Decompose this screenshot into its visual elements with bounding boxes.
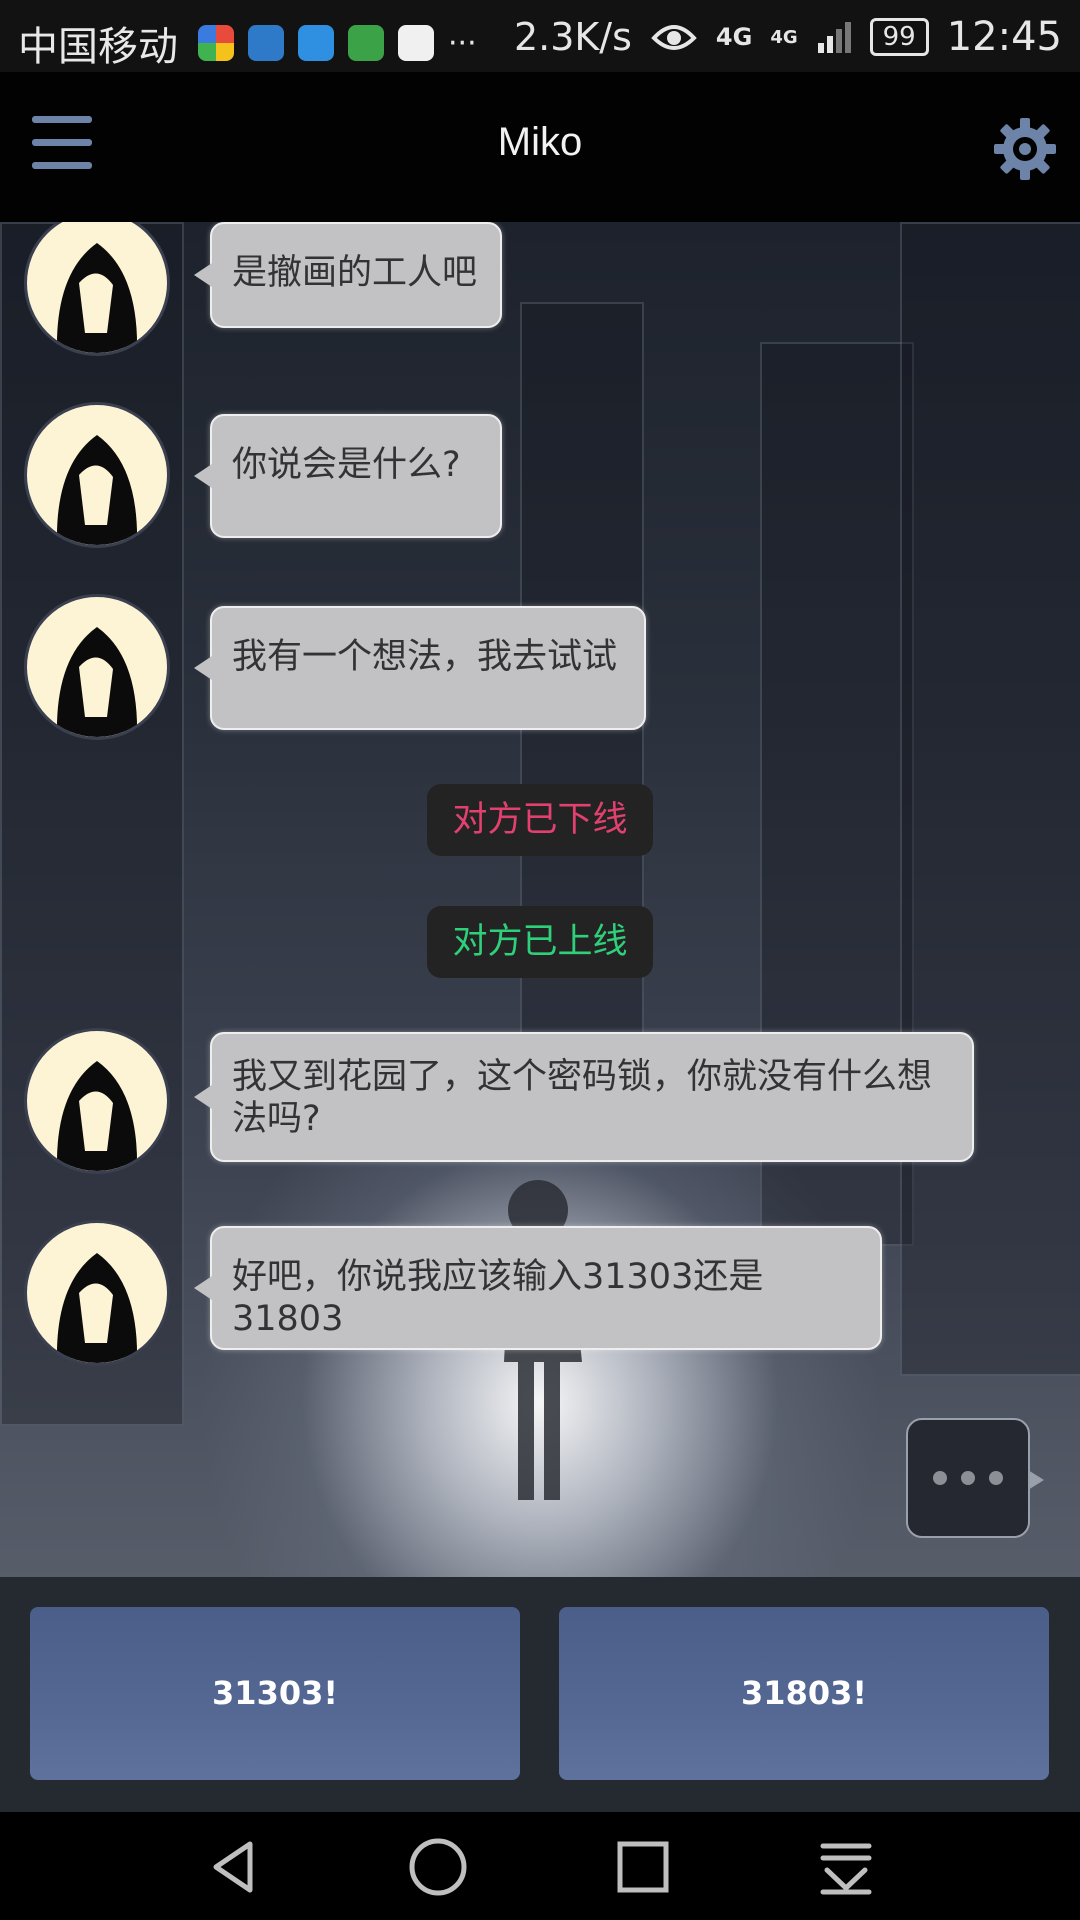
net-speed: 2.3K/s [513, 15, 632, 59]
message-bubble[interactable]: 你说会是什么? [194, 414, 502, 538]
status-left: 中国移动 ··· [18, 14, 477, 72]
wechat-icon [348, 25, 384, 61]
eye-comfort-icon [651, 25, 697, 50]
browser-icon [198, 25, 234, 61]
online-status-notice: 对方已上线 [427, 906, 653, 978]
choice-label: 31803! [741, 1674, 867, 1712]
avatar[interactable] [24, 594, 170, 740]
chat-title: Miko [497, 120, 583, 164]
home-icon[interactable] [405, 1834, 471, 1900]
status-right: 2.3K/s 4G 4G 99 12:45 [514, 14, 1062, 60]
health-icon [248, 25, 284, 61]
notification-pull-icon[interactable] [813, 1834, 879, 1900]
typing-dot [989, 1471, 1003, 1485]
clock: 12:45 [946, 14, 1062, 60]
avatar[interactable] [24, 1220, 170, 1366]
offline-status-notice: 对方已下线 [427, 784, 653, 856]
avatar[interactable] [24, 1028, 170, 1174]
choice-button-31303[interactable]: 31303! [30, 1607, 520, 1780]
message-text: 我有一个想法，我去试试 [232, 637, 618, 677]
messages-icon [298, 25, 334, 61]
message-text: 是撤画的工人吧 [232, 253, 478, 293]
carrier-label: 中国移动 [18, 24, 178, 70]
choice-label: 31303! [212, 1674, 338, 1712]
message-text: 你说会是什么? [232, 445, 461, 485]
typing-indicator [906, 1418, 1044, 1538]
reply-choices: 31303! 31803! [0, 1577, 1080, 1812]
system-text: 对方已下线 [452, 800, 628, 840]
gear-icon[interactable] [992, 116, 1058, 182]
overflow-indicator: ··· [448, 25, 477, 61]
battery-indicator: 99 [869, 18, 929, 56]
system-text: 对方已上线 [452, 922, 628, 962]
typing-dot [933, 1471, 947, 1485]
message-bubble[interactable]: 我又到花园了，这个密码锁，你就没有什么想法吗? [194, 1032, 974, 1162]
navigation-bar [0, 1812, 1080, 1920]
chat-area[interactable]: 是撤画的工人吧 你说会是什么? 我有一个想法，我去试试 对方已下线 对方已上线 … [0, 222, 1080, 1577]
choice-button-31803[interactable]: 31803! [559, 1607, 1049, 1780]
avatar[interactable] [24, 402, 170, 548]
status-bar: 中国移动 ··· 2.3K/s 4G 4G 99 12:45 [0, 0, 1080, 72]
app-bar: Miko [0, 72, 1080, 222]
network-type-2: 4G [770, 26, 798, 48]
message-text: 我又到花园了，这个密码锁，你就没有什么想法吗? [232, 1057, 933, 1139]
message-bubble[interactable]: 好吧，你说我应该输入31303还是31803 [194, 1226, 882, 1350]
recents-icon[interactable] [610, 1834, 676, 1900]
message-text: 好吧，你说我应该输入31303还是31803 [232, 1257, 764, 1339]
gallery-icon [398, 25, 434, 61]
background-building [900, 222, 1080, 1376]
back-icon[interactable] [202, 1834, 268, 1900]
network-type-1: 4G [715, 23, 753, 51]
message-bubble[interactable]: 我有一个想法，我去试试 [194, 606, 646, 730]
typing-dot [961, 1471, 975, 1485]
signal-icon [817, 22, 851, 53]
message-bubble[interactable]: 是撤画的工人吧 [194, 222, 502, 328]
